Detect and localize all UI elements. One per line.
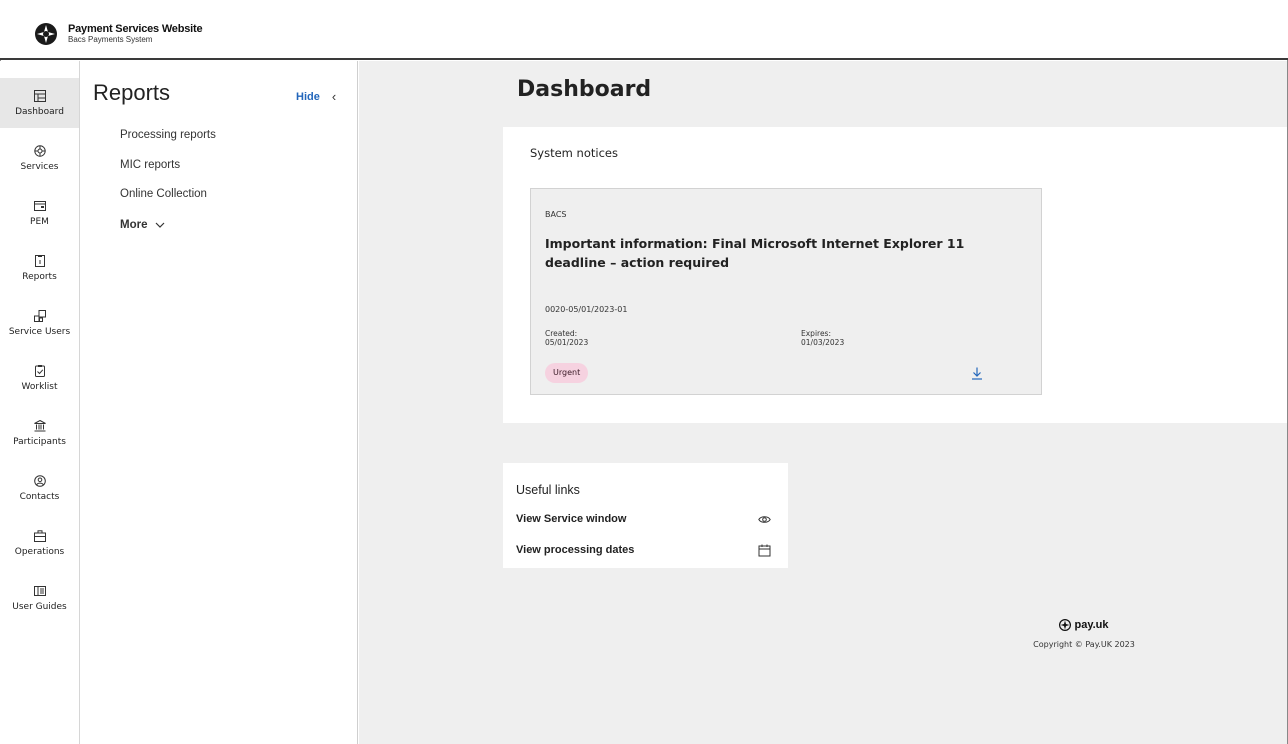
rail-item-service-users[interactable]: Service Users: [0, 298, 79, 348]
chevron-left-icon: ‹: [331, 89, 337, 104]
app-title: Payment Services Website: [68, 23, 203, 35]
urgent-badge: Urgent: [545, 363, 589, 383]
subnav-link-processing-reports[interactable]: Processing reports: [120, 129, 216, 141]
rail-label: Service Users: [8, 326, 71, 337]
worklist-icon: [34, 364, 45, 377]
main-content: Dashboard System notices BACS Important …: [359, 61, 1287, 744]
rail-item-pem[interactable]: PEM: [0, 188, 79, 238]
created-value: 05/01/2023: [545, 338, 589, 347]
payuk-logo-icon: [35, 23, 57, 45]
calendar-icon: [758, 544, 771, 556]
icon-rail: Dashboard Services PEM Reports Service U…: [0, 61, 80, 744]
user-guides-icon: [33, 585, 46, 596]
more-dropdown[interactable]: More: [120, 219, 165, 231]
more-label: More: [120, 219, 148, 231]
rail-item-operations[interactable]: Operations: [0, 518, 79, 568]
hide-label: Hide: [296, 90, 320, 103]
eye-icon: [758, 515, 771, 523]
notice-tag: BACS: [545, 210, 567, 219]
rail-item-contacts[interactable]: Contacts: [0, 463, 79, 513]
rail-label: User Guides: [12, 601, 67, 612]
contacts-icon: [33, 474, 46, 487]
rail-label: Dashboard: [15, 106, 64, 117]
link-label: View Service window: [516, 513, 627, 525]
reports-icon: [34, 254, 45, 267]
operations-icon: [33, 529, 46, 542]
reports-subnav: Reports Hide ‹ Processing reports MIC re…: [80, 61, 358, 744]
useful-links-panel: Useful links View Service window View pr…: [503, 463, 788, 568]
rail-item-services[interactable]: Services: [0, 133, 79, 183]
system-notices-heading: System notices: [530, 146, 618, 160]
expires-meta: Expires: 01/03/2023: [801, 329, 844, 347]
notice-title[interactable]: Important information: Final Microsoft I…: [545, 234, 1015, 272]
app-subtitle: Bacs Payments System: [68, 35, 153, 44]
created-label: Created:: [545, 329, 578, 338]
payuk-logo-icon: [1059, 619, 1072, 631]
rail-label: Contacts: [19, 491, 60, 502]
rail-item-participants[interactable]: Participants: [0, 408, 79, 458]
page-title: Dashboard: [517, 77, 652, 102]
view-processing-dates-link[interactable]: View processing dates: [516, 542, 771, 558]
rail-label: Reports: [22, 271, 57, 282]
rail-item-reports[interactable]: Reports: [0, 243, 79, 293]
system-notices-panel: System notices BACS Important informatio…: [503, 127, 1287, 423]
expires-label: Expires:: [801, 329, 831, 338]
service-users-icon: [33, 309, 46, 322]
subnav-link-online-collection[interactable]: Online Collection: [120, 188, 207, 200]
brand[interactable]: Payment Services Website Bacs Payments S…: [34, 22, 203, 46]
footer-logo: pay.uk: [1059, 619, 1109, 631]
view-service-window-link[interactable]: View Service window: [516, 511, 771, 527]
top-header: Payment Services Website Bacs Payments S…: [0, 0, 1288, 60]
footer-copyright: Copyright © Pay.UK 2023: [1033, 640, 1135, 649]
rail-item-user-guides[interactable]: User Guides: [0, 573, 79, 623]
link-label: View processing dates: [516, 544, 635, 556]
hide-subnav-button[interactable]: Hide ‹: [296, 89, 336, 104]
subnav-link-mic-reports[interactable]: MIC reports: [120, 159, 180, 171]
useful-links-heading: Useful links: [516, 483, 580, 497]
rail-item-dashboard[interactable]: Dashboard: [0, 78, 79, 128]
dashboard-icon: [33, 89, 46, 102]
rail-label: PEM: [30, 216, 49, 227]
pem-icon: [33, 200, 46, 211]
rail-item-worklist[interactable]: Worklist: [0, 353, 79, 403]
subnav-title: Reports: [93, 80, 171, 105]
participants-icon: [33, 419, 46, 431]
rail-label: Participants: [13, 436, 66, 447]
created-meta: Created: 05/01/2023: [545, 329, 588, 347]
footer: pay.uk Copyright © Pay.UK 2023: [959, 616, 1209, 649]
footer-logo-text: pay.uk: [1074, 619, 1109, 631]
services-icon: [33, 144, 46, 157]
expires-value: 01/03/2023: [801, 338, 845, 347]
rail-label: Worklist: [21, 381, 58, 392]
rail-label: Operations: [14, 546, 65, 557]
notice-card[interactable]: BACS Important information: Final Micros…: [530, 188, 1042, 395]
download-icon[interactable]: [971, 367, 983, 380]
notice-reference: 0020-05/01/2023-01: [545, 305, 628, 314]
chevron-down-icon: [156, 222, 165, 228]
rail-label: Services: [20, 161, 59, 172]
